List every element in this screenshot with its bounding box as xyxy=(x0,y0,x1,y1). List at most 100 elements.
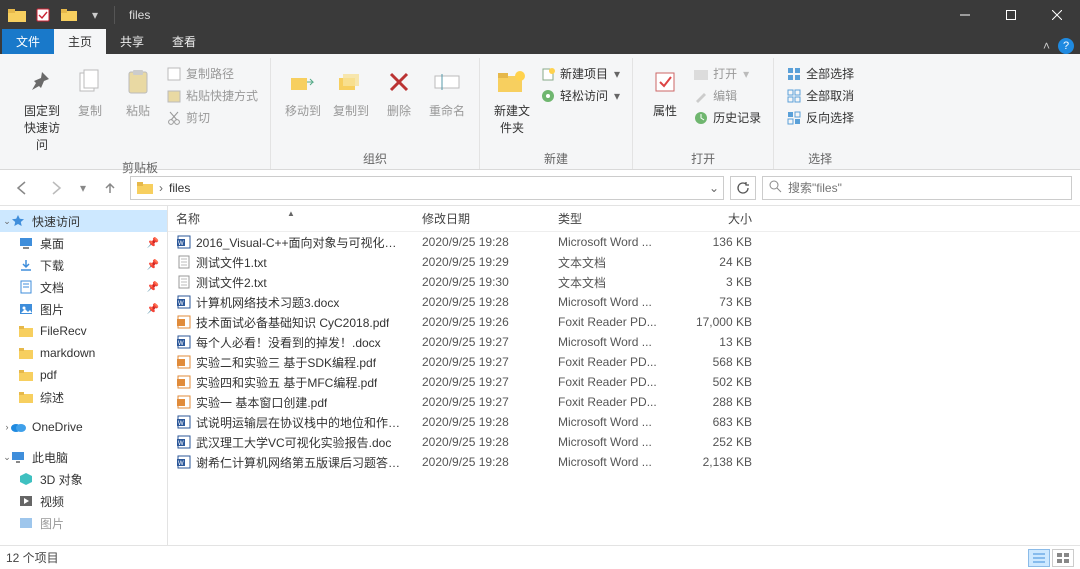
ribbon: 固定到快速访问 复制 粘贴 复制路径 粘贴 xyxy=(0,54,1080,170)
folder-icon xyxy=(6,4,28,26)
chevron-down-icon[interactable]: ⌄ xyxy=(709,181,719,195)
column-header-date[interactable]: 修改日期 xyxy=(414,210,550,227)
file-type-icon: W xyxy=(176,294,192,310)
ribbon-group-open: 属性 打开▾ 编辑 历史记录 打开 xyxy=(633,58,774,169)
tab-view[interactable]: 查看 xyxy=(158,29,210,54)
invert-selection-button[interactable]: 反向选择 xyxy=(786,108,854,127)
qat-folder-icon[interactable] xyxy=(58,4,80,26)
content-area: ⌄ 快速访问 桌面 📌 下载 📌 文档 📌 图片 xyxy=(0,206,1080,545)
file-type: Microsoft Word ... xyxy=(550,235,670,249)
folder-icon xyxy=(137,180,153,196)
large-icons-view-button[interactable] xyxy=(1052,549,1074,567)
copy-button[interactable]: 复制 xyxy=(66,62,114,123)
rename-button[interactable]: 重命名 xyxy=(423,62,471,123)
file-row[interactable]: 测试文件2.txt2020/9/25 19:30文本文档3 KB xyxy=(168,272,1080,292)
refresh-button[interactable] xyxy=(730,176,756,200)
details-view-button[interactable] xyxy=(1028,549,1050,567)
search-box[interactable] xyxy=(762,176,1072,200)
sidebar-item-desktop[interactable]: 桌面 📌 xyxy=(0,232,167,254)
up-button[interactable] xyxy=(96,174,124,202)
sidebar-item-pictures[interactable]: 图片 📌 xyxy=(0,298,167,320)
file-row[interactable]: 测试文件1.txt2020/9/25 19:29文本文档24 KB xyxy=(168,252,1080,272)
copy-to-button[interactable]: 复制到 xyxy=(327,62,375,123)
recent-dropdown[interactable]: ▾ xyxy=(76,174,90,202)
tab-file[interactable]: 文件 xyxy=(2,29,54,54)
sidebar-item-pdf[interactable]: pdf xyxy=(0,364,167,386)
sidebar-item-onedrive[interactable]: › OneDrive xyxy=(0,416,167,438)
breadcrumb-current[interactable]: files xyxy=(169,181,190,195)
navigation-pane[interactable]: ⌄ 快速访问 桌面 📌 下载 📌 文档 📌 图片 xyxy=(0,206,168,545)
column-header-size[interactable]: 大小 xyxy=(670,210,760,227)
file-row[interactable]: W试说明运输层在协议栈中的地位和作用.d...2020/9/25 19:28Mi… xyxy=(168,412,1080,432)
column-header-name[interactable]: ▲名称 xyxy=(168,210,414,227)
file-size: 252 KB xyxy=(670,435,760,449)
sidebar-item-zongshu[interactable]: 综述 xyxy=(0,386,167,408)
sidebar-item-filerecv[interactable]: FileRecv xyxy=(0,320,167,342)
file-row[interactable]: W计算机网络技术习题3.docx2020/9/25 19:28Microsoft… xyxy=(168,292,1080,312)
file-row[interactable]: W2016_Visual-C++面向对象与可视化程...2020/9/25 19… xyxy=(168,232,1080,252)
paste-shortcut-button[interactable]: 粘贴快捷方式 xyxy=(166,86,258,105)
history-button[interactable]: 历史记录 xyxy=(693,108,761,127)
select-none-button[interactable]: 全部取消 xyxy=(786,86,854,105)
file-row[interactable]: W谢希仁计算机网络第五版课后习题答案.d...2020/9/25 19:28Mi… xyxy=(168,452,1080,472)
forward-button[interactable] xyxy=(42,174,70,202)
help-icon[interactable]: ? xyxy=(1058,38,1074,54)
expand-icon[interactable]: ⌄ xyxy=(2,452,12,463)
expand-icon[interactable]: › xyxy=(2,422,12,432)
sidebar-item-videos[interactable]: 视频 xyxy=(0,490,167,512)
title-bar: ▾ files xyxy=(0,0,1080,30)
chevron-icon[interactable]: › xyxy=(159,181,163,195)
new-folder-button[interactable]: 新建文件夹 xyxy=(488,62,536,140)
open-button[interactable]: 打开▾ xyxy=(693,64,761,83)
sidebar-item-this-pc[interactable]: ⌄ 此电脑 xyxy=(0,446,167,468)
edit-button[interactable]: 编辑 xyxy=(693,86,761,105)
sidebar-item-documents[interactable]: 文档 📌 xyxy=(0,276,167,298)
qat-dropdown-icon[interactable]: ▾ xyxy=(84,4,106,26)
file-type: Foxit Reader PD... xyxy=(550,315,670,329)
tab-share[interactable]: 共享 xyxy=(106,29,158,54)
close-button[interactable] xyxy=(1034,0,1080,30)
column-header-type[interactable]: 类型 xyxy=(550,210,670,227)
collapse-ribbon-icon[interactable]: ˄ xyxy=(1043,39,1050,53)
pin-to-quick-access-button[interactable]: 固定到快速访问 xyxy=(18,62,66,157)
file-row[interactable]: 实验一 基本窗口创建.pdf2020/9/25 19:27Foxit Reade… xyxy=(168,392,1080,412)
file-type-icon xyxy=(176,254,192,270)
sidebar-item-quick-access[interactable]: ⌄ 快速访问 xyxy=(0,210,167,232)
cut-button[interactable]: 剪切 xyxy=(166,108,258,127)
file-name: 试说明运输层在协议栈中的地位和作用.d... xyxy=(196,414,406,431)
ribbon-group-select: 全部选择 全部取消 反向选择 选择 xyxy=(774,58,866,169)
file-row[interactable]: 实验四和实验五 基于MFC编程.pdf2020/9/25 19:27Foxit … xyxy=(168,372,1080,392)
sidebar-item-markdown[interactable]: markdown xyxy=(0,342,167,364)
breadcrumb[interactable]: › files ⌄ xyxy=(130,176,724,200)
file-row[interactable]: W武汉理工大学VC可视化实验报告.doc2020/9/25 19:28Micro… xyxy=(168,432,1080,452)
minimize-button[interactable] xyxy=(942,0,988,30)
file-type-icon xyxy=(176,374,192,390)
delete-button[interactable]: 删除 xyxy=(375,62,423,123)
copy-icon xyxy=(74,66,106,98)
file-type-icon: W xyxy=(176,334,192,350)
select-all-button[interactable]: 全部选择 xyxy=(786,64,854,83)
back-button[interactable] xyxy=(8,174,36,202)
search-input[interactable] xyxy=(788,181,1065,195)
paste-button[interactable]: 粘贴 xyxy=(114,62,162,123)
file-list[interactable]: W2016_Visual-C++面向对象与可视化程...2020/9/25 19… xyxy=(168,232,1080,545)
new-item-button[interactable]: 新建项目▾ xyxy=(540,64,620,83)
tab-home[interactable]: 主页 xyxy=(54,29,106,54)
sidebar-item-downloads[interactable]: 下载 📌 xyxy=(0,254,167,276)
sidebar-item-pictures-2[interactable]: 图片 xyxy=(0,512,167,534)
file-name: 实验二和实验三 基于SDK编程.pdf xyxy=(196,354,376,371)
file-row[interactable]: 实验二和实验三 基于SDK编程.pdf2020/9/25 19:27Foxit … xyxy=(168,352,1080,372)
maximize-button[interactable] xyxy=(988,0,1034,30)
move-to-button[interactable]: 移动到 xyxy=(279,62,327,123)
file-row[interactable]: 技术面试必备基础知识 CyC2018.pdf2020/9/25 19:26Fox… xyxy=(168,312,1080,332)
expand-icon[interactable]: ⌄ xyxy=(2,216,12,227)
documents-icon xyxy=(18,279,34,295)
sidebar-item-3d-objects[interactable]: 3D 对象 xyxy=(0,468,167,490)
file-row[interactable]: W每个人必看！没看到的掉发！.docx2020/9/25 19:27Micros… xyxy=(168,332,1080,352)
group-label-open: 打开 xyxy=(641,148,765,169)
easy-access-button[interactable]: 轻松访问▾ xyxy=(540,86,620,105)
file-size: 288 KB xyxy=(670,395,760,409)
copy-path-button[interactable]: 复制路径 xyxy=(166,64,258,83)
properties-button[interactable]: 属性 xyxy=(641,62,689,123)
qat-properties-icon[interactable] xyxy=(32,4,54,26)
